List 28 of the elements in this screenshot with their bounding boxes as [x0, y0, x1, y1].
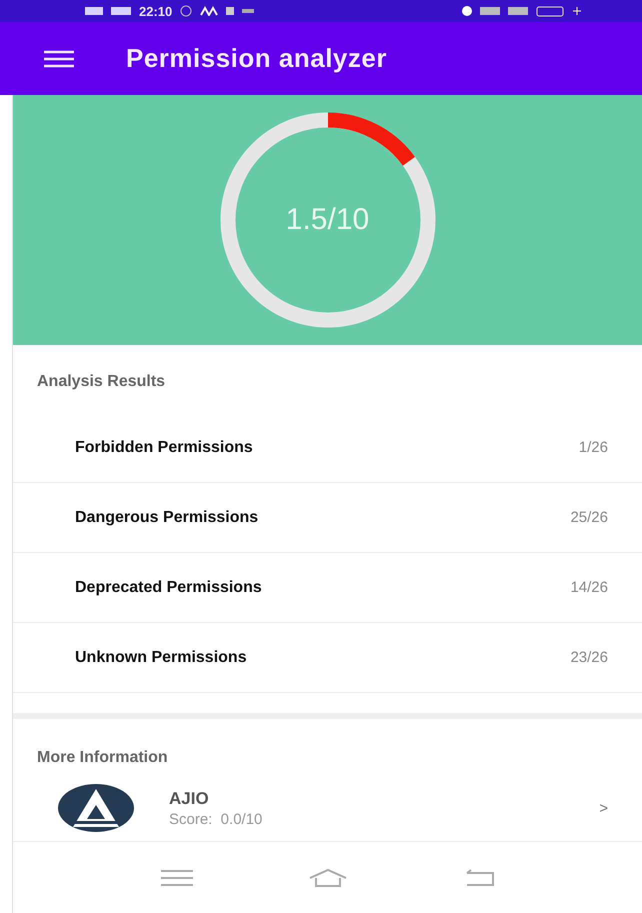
result-row[interactable]: Unknown Permissions 23/26: [13, 623, 642, 693]
app-item[interactable]: AJIO Score: 0.0/10 >: [13, 781, 642, 842]
app-name: AJIO: [169, 788, 210, 808]
circle-icon: [180, 5, 192, 17]
result-count: 1/26: [578, 439, 608, 456]
section-heading: More Information: [36, 748, 169, 768]
result-label: Forbidden Permissions: [75, 438, 253, 456]
battery-icon: [536, 6, 564, 16]
wave-icon: [200, 6, 218, 16]
result-count: 23/26: [570, 649, 608, 666]
result-count: 25/26: [570, 509, 608, 526]
charging-icon: [572, 6, 582, 16]
chevron-text: >: [599, 800, 608, 816]
app-title: Permission analyzer: [126, 43, 387, 74]
score-value: 1.5/10: [286, 203, 370, 237]
result-row[interactable]: Deprecated Permissions 14/26: [13, 553, 642, 623]
result-row[interactable]: Dangerous Permissions 25/26: [13, 483, 642, 553]
result-label: Unknown Permissions: [75, 648, 247, 666]
result-count: 14/26: [570, 579, 608, 596]
alarm-icon: [462, 6, 472, 16]
app-score: Score: 0.0/10: [169, 810, 264, 828]
status-time: 22:10: [139, 4, 172, 18]
result-label: Dangerous Permissions: [75, 508, 258, 526]
result-row[interactable]: Forbidden Permissions 1/26: [13, 413, 642, 483]
result-label: Deprecated Permissions: [75, 578, 262, 596]
section-heading: Analysis Results: [36, 372, 166, 392]
home-icon[interactable]: [308, 868, 348, 888]
app-logo-icon: [57, 783, 135, 833]
